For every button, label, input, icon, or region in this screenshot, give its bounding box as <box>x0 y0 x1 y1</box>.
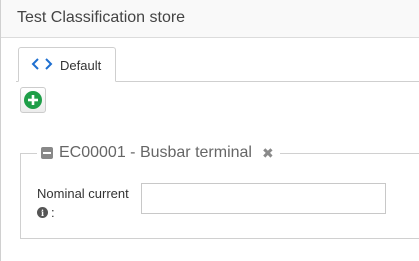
add-button[interactable] <box>20 87 46 113</box>
fieldset-legend: EC00001 - Busbar terminal ✖ <box>37 143 280 163</box>
plus-circle-icon <box>24 91 42 109</box>
minus-square-icon[interactable] <box>41 147 53 159</box>
code-icon <box>31 57 53 71</box>
legend-title: EC00001 - Busbar terminal <box>59 144 252 161</box>
panel-title: Test Classification store <box>17 9 186 26</box>
field-info-row: i : <box>37 205 55 220</box>
classification-store-panel: Test Classification store Default EC0000… <box>0 0 419 261</box>
nominal-current-input[interactable] <box>141 183 386 214</box>
info-circle-icon[interactable]: i <box>37 207 48 218</box>
panel-header: Test Classification store <box>1 0 419 38</box>
label-colon: : <box>51 205 55 220</box>
tab-default[interactable]: Default <box>18 47 116 82</box>
close-icon[interactable]: ✖ <box>262 146 274 160</box>
tab-label: Default <box>60 58 102 73</box>
nominal-current-label: Nominal current <box>37 186 129 201</box>
